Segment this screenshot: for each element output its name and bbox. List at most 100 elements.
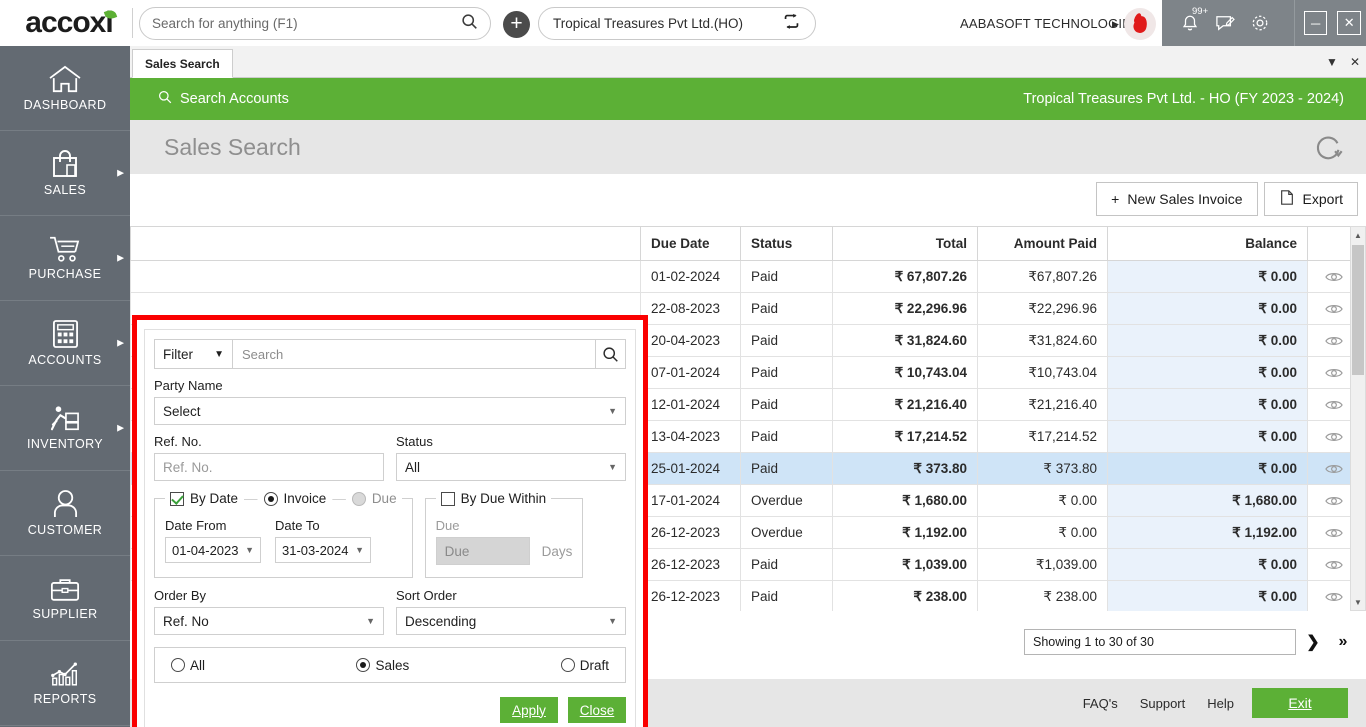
divider: — <box>332 491 346 506</box>
apply-button[interactable]: Apply <box>500 697 558 723</box>
close-button[interactable]: ✕ <box>1337 11 1361 35</box>
cell-due-date: 17-01-2024 <box>641 485 741 517</box>
top-icon-strip: 99+ ─ ✕ <box>1162 0 1366 46</box>
sidebar-label: ACCOUNTS <box>28 353 101 367</box>
top-bar: accoxi + Tropical Treasures Pvt Ltd.(HO) <box>0 0 1366 46</box>
col-status[interactable]: Status <box>741 227 833 261</box>
filter-search-input[interactable] <box>233 340 595 368</box>
tab-bar: Sales Search ▼ ✕ <box>130 46 1366 78</box>
sort-order-select[interactable]: Descending ▼ <box>396 607 626 635</box>
col-due-date[interactable]: Due Date <box>641 227 741 261</box>
scroll-thumb[interactable] <box>1352 245 1364 375</box>
type-sales-radio[interactable] <box>356 658 370 672</box>
pagination-status: Showing 1 to 30 of 30 <box>1024 629 1296 655</box>
sidebar-item-dashboard[interactable]: DASHBOARD <box>0 46 130 131</box>
type-all-option[interactable]: All <box>171 658 205 673</box>
table-row[interactable]: 01-02-2024Paid₹ 67,807.26₹67,807.26₹ 0.0… <box>131 261 1366 293</box>
avatar[interactable] <box>1124 8 1156 40</box>
footer-link-support[interactable]: Support <box>1140 696 1186 711</box>
cell-amount-paid: ₹67,807.26 <box>978 261 1108 293</box>
chevron-right-icon[interactable]: ▶ <box>1112 19 1119 30</box>
party-name-select[interactable]: Select ▼ <box>154 397 626 425</box>
sidebar-item-accounts[interactable]: ACCOUNTS ▶ <box>0 301 130 386</box>
footer-link-help[interactable]: Help <box>1207 696 1234 711</box>
sidebar-item-sales[interactable]: SALES ▶ <box>0 131 130 216</box>
ref-no-input[interactable] <box>163 460 375 475</box>
status-select[interactable]: All ▼ <box>396 453 626 481</box>
refresh-icon[interactable] <box>1314 132 1344 167</box>
minimize-button[interactable]: ─ <box>1304 11 1328 35</box>
cell-due-date: 01-02-2024 <box>641 261 741 293</box>
date-to-field[interactable]: 31-03-2024 ▼ <box>275 537 371 563</box>
cell-amount-paid: ₹ 373.80 <box>978 453 1108 485</box>
sidebar-item-inventory[interactable]: INVENTORY ▶ <box>0 386 130 471</box>
col-total[interactable]: Total <box>833 227 978 261</box>
exit-button[interactable]: Exit <box>1252 688 1348 718</box>
tab-sales-search[interactable]: Sales Search <box>132 49 233 78</box>
chevron-down-icon: ▼ <box>214 349 224 360</box>
cell-balance: ₹ 0.00 <box>1108 581 1308 612</box>
sidebar-label: INVENTORY <box>27 437 103 451</box>
type-sales-option[interactable]: Sales <box>356 658 409 673</box>
divider <box>1294 0 1295 46</box>
due-days-input[interactable]: Due <box>436 537 530 565</box>
due-radio[interactable] <box>352 492 366 506</box>
cell-balance: ₹ 1,192.00 <box>1108 517 1308 549</box>
sidebar-item-reports[interactable]: REPORTS <box>0 641 130 726</box>
global-search[interactable] <box>139 7 491 40</box>
type-all-radio[interactable] <box>171 658 185 672</box>
filter-body: Party Name Select ▼ Ref. No. <box>145 369 635 727</box>
company-fy-label: Tropical Treasures Pvt Ltd. - HO (FY 202… <box>1023 91 1344 107</box>
sidebar-label: CUSTOMER <box>28 523 103 537</box>
plus-icon: + <box>1111 191 1119 207</box>
date-from-field[interactable]: 01-04-2023 ▼ <box>165 537 261 563</box>
sidebar-item-customer[interactable]: CUSTOMER <box>0 471 130 556</box>
table-header-row: Due Date Status Total Amount Paid Balanc… <box>131 227 1366 261</box>
filter-search-button[interactable] <box>595 340 625 368</box>
type-draft-radio[interactable] <box>561 658 575 672</box>
scroll-down-arrow[interactable]: ▼ <box>1351 594 1365 610</box>
filter-panel-highlight: Filter ▼ Party Name Select ▼ <box>132 315 648 727</box>
by-date-checkbox[interactable] <box>170 492 184 506</box>
col-amount-paid[interactable]: Amount Paid <box>978 227 1108 261</box>
switch-company-icon[interactable] <box>782 13 801 35</box>
notifications-button[interactable]: 99+ <box>1172 0 1207 46</box>
company-selector[interactable]: Tropical Treasures Pvt Ltd.(HO) <box>538 7 816 40</box>
sidebar-item-supplier[interactable]: SUPPLIER <box>0 556 130 641</box>
search-input[interactable] <box>152 16 461 31</box>
cell-total: ₹ 31,824.60 <box>833 325 978 357</box>
search-accounts-button[interactable]: Search Accounts <box>158 90 289 108</box>
tab-close-icon[interactable]: ✕ <box>1350 55 1360 69</box>
footer-link-faqs[interactable]: FAQ's <box>1083 696 1118 711</box>
order-by-select[interactable]: Ref. No ▼ <box>154 607 384 635</box>
tab-label: Sales Search <box>145 57 220 71</box>
tab-list-dropdown-icon[interactable]: ▼ <box>1326 55 1338 69</box>
new-sales-invoice-button[interactable]: + New Sales Invoice <box>1096 182 1257 216</box>
sidebar: DASHBOARD SALES ▶ PURCHASE ▶ ACCOUNTS ▶ <box>0 46 130 727</box>
chevron-down-icon: ▼ <box>608 406 617 416</box>
shopping-cart-icon <box>48 235 82 263</box>
ref-no-label: Ref. No. <box>154 434 384 449</box>
last-page-button[interactable]: » <box>1330 629 1356 655</box>
status-label: Status <box>396 434 626 449</box>
date-to-value: 31-03-2024 <box>282 543 349 558</box>
by-due-within-checkbox[interactable] <box>441 492 455 506</box>
type-draft-option[interactable]: Draft <box>561 658 609 673</box>
cell-total: ₹ 1,680.00 <box>833 485 978 517</box>
settings-button[interactable] <box>1243 0 1278 46</box>
ref-no-field[interactable] <box>154 453 384 481</box>
divider <box>132 8 133 38</box>
col-balance[interactable]: Balance <box>1108 227 1308 261</box>
filter-dropdown[interactable]: Filter ▼ <box>155 340 233 368</box>
table-scrollbar[interactable]: ▲ ▼ <box>1350 226 1366 611</box>
sidebar-item-purchase[interactable]: PURCHASE ▶ <box>0 216 130 301</box>
messages-button[interactable] <box>1207 0 1242 46</box>
invoice-radio[interactable] <box>264 492 278 506</box>
cell-status: Overdue <box>741 517 833 549</box>
add-new-button[interactable]: + <box>503 11 530 38</box>
search-icon[interactable] <box>461 13 478 35</box>
scroll-up-arrow[interactable]: ▲ <box>1351 227 1365 243</box>
export-button[interactable]: Export <box>1264 182 1358 216</box>
next-page-button[interactable]: ❯ <box>1300 629 1326 655</box>
close-button[interactable]: Close <box>568 697 626 723</box>
